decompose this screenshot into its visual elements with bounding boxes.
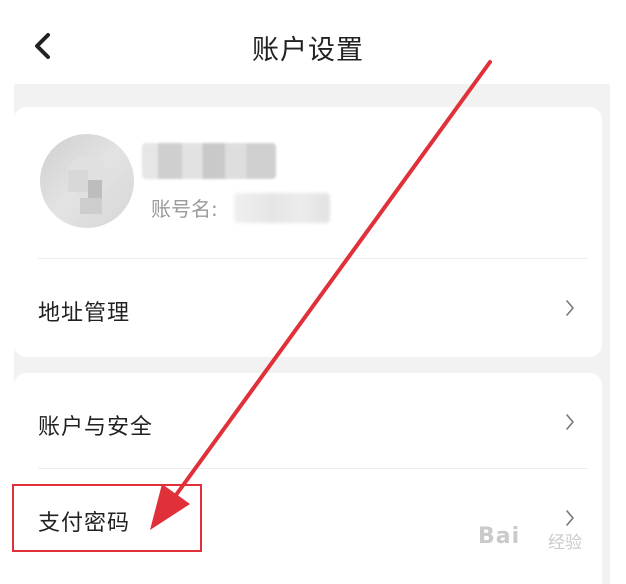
menu-item-account-security[interactable]: 账户与安全 xyxy=(14,393,602,453)
chevron-right-icon xyxy=(566,414,574,430)
watermark-brand: Bai xyxy=(478,524,521,549)
account-name-label: 账号名: xyxy=(151,197,218,221)
avatar[interactable] xyxy=(40,134,134,228)
chevron-right-icon xyxy=(566,300,574,316)
menu-item-address[interactable]: 地址管理 xyxy=(14,279,602,339)
highlight-box xyxy=(12,484,202,552)
profile-card: 账号名: 地址管理 xyxy=(14,107,602,357)
divider xyxy=(38,468,588,469)
security-card: 账户与安全 支付密码 xyxy=(14,373,602,584)
watermark-sub: 经验 xyxy=(548,533,582,553)
chevron-right-icon xyxy=(566,510,574,526)
account-name-blurred xyxy=(234,193,330,223)
divider xyxy=(38,258,588,259)
header: 账户设置 xyxy=(0,0,626,84)
menu-item-label: 账户与安全 xyxy=(38,415,154,440)
page-title: 账户设置 xyxy=(252,35,364,66)
user-name-blurred xyxy=(142,143,276,179)
menu-item-label: 地址管理 xyxy=(38,301,131,326)
